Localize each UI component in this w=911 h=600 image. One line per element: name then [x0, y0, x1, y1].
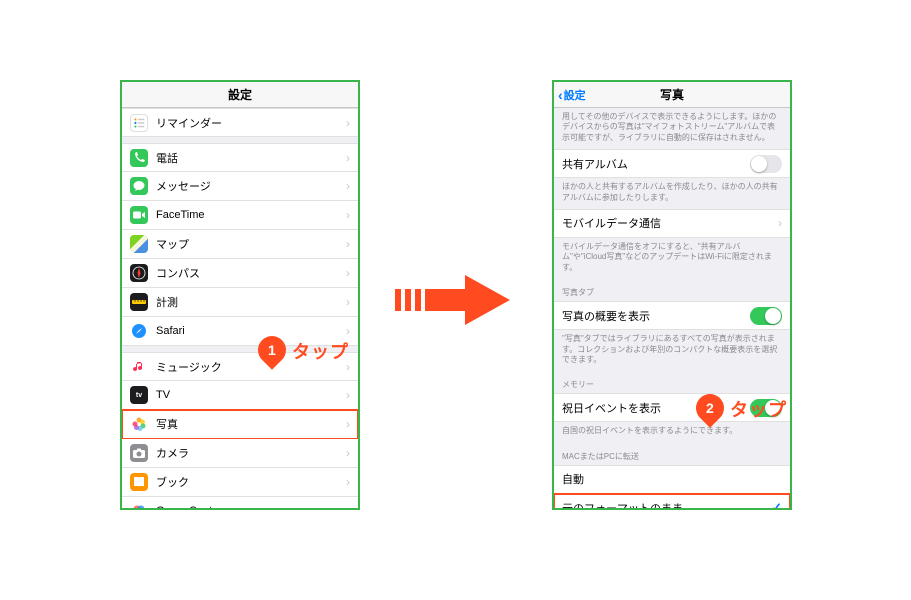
- settings-title: 設定: [122, 82, 358, 108]
- chevron-right-icon: ›: [346, 116, 350, 130]
- row-label: ブック: [156, 474, 346, 490]
- camera-icon: [130, 444, 148, 462]
- chevron-right-icon: ›: [346, 475, 350, 489]
- settings-group-1: リマインダー ›: [122, 108, 358, 137]
- measure-icon: [130, 293, 148, 311]
- row-label: モバイルデータ通信: [562, 215, 778, 231]
- chevron-right-icon: ›: [346, 295, 350, 309]
- header-note: 用してその他のデバイスで表示できるようにします。ほかのデバイスからの写真は"マイ…: [554, 108, 790, 149]
- row-messages[interactable]: メッセージ ›: [122, 172, 358, 201]
- callout-text: タップ: [730, 394, 787, 422]
- gamecenter-icon: [130, 502, 148, 510]
- toggle-shared-album[interactable]: [750, 155, 782, 173]
- chevron-right-icon: ›: [346, 388, 350, 402]
- tv-icon: tv: [130, 386, 148, 404]
- settings-group-3: ミュージック › tv TV ›: [122, 352, 358, 510]
- row-camera[interactable]: カメラ ›: [122, 439, 358, 468]
- music-icon: [130, 358, 148, 376]
- row-label: Game Center: [156, 505, 346, 510]
- row-compass[interactable]: コンパス ›: [122, 259, 358, 288]
- row-label: 自動: [562, 471, 782, 487]
- row-mobile-data[interactable]: モバイルデータ通信 ›: [554, 209, 790, 238]
- chevron-right-icon: ›: [778, 216, 782, 230]
- row-original-format[interactable]: 元のフォーマットのまま ✓: [554, 494, 790, 510]
- row-label: 写真: [156, 416, 346, 432]
- row-label: 元のフォーマットのまま: [562, 500, 771, 510]
- photos-icon: [130, 415, 148, 433]
- summary-note: "写真"タブではライブラリにあるすべての写真が表示されます。コレクションおよび年…: [554, 330, 790, 371]
- photos-settings-screen: ‹ 設定 写真 用してその他のデバイスで表示できるようにします。ほかのデバイスか…: [552, 80, 792, 510]
- row-label: FaceTime: [156, 209, 346, 221]
- row-label: リマインダー: [156, 115, 346, 131]
- row-maps[interactable]: マップ ›: [122, 230, 358, 259]
- photos-title-bar: ‹ 設定 写真: [554, 82, 790, 108]
- row-label: 共有アルバム: [562, 156, 750, 172]
- row-measure[interactable]: 計測 ›: [122, 288, 358, 317]
- back-label: 設定: [564, 87, 586, 103]
- chevron-right-icon: ›: [346, 237, 350, 251]
- holiday-note: 自国の祝日イベントを表示するようにできます。: [554, 422, 790, 442]
- chevron-right-icon: ›: [346, 151, 350, 165]
- row-auto[interactable]: 自動: [554, 465, 790, 494]
- callout-2: 2 タップ: [696, 394, 787, 422]
- row-shared-album[interactable]: 共有アルバム: [554, 149, 790, 178]
- row-books[interactable]: ブック ›: [122, 468, 358, 497]
- row-label: コンパス: [156, 265, 346, 281]
- arrow-icon: [395, 265, 515, 335]
- maps-icon: [130, 235, 148, 253]
- row-label: メッセージ: [156, 178, 346, 194]
- settings-group-2: 電話 › メッセージ › FaceTime › マップ: [122, 143, 358, 346]
- row-label: カメラ: [156, 445, 346, 461]
- row-photos[interactable]: 写真 ›: [122, 410, 358, 439]
- row-label: 電話: [156, 150, 346, 166]
- callout-badge: 1: [252, 330, 292, 370]
- back-button[interactable]: ‹ 設定: [558, 82, 586, 108]
- mobile-note: モバイルデータ通信をオフにすると、"共有アルバム"や"iCloud写真"などのア…: [554, 238, 790, 279]
- reminders-icon: [130, 114, 148, 132]
- chevron-left-icon: ‹: [558, 87, 563, 103]
- chevron-right-icon: ›: [346, 266, 350, 280]
- section-transfer: MACまたはPCに転送: [554, 443, 790, 465]
- row-tv[interactable]: tv TV ›: [122, 381, 358, 410]
- section-memory: メモリー: [554, 371, 790, 393]
- callout-badge: 2: [690, 388, 730, 428]
- row-gamecenter[interactable]: Game Center ›: [122, 497, 358, 510]
- callout-text: タップ: [292, 336, 349, 364]
- chevron-right-icon: ›: [346, 446, 350, 460]
- chevron-right-icon: ›: [346, 417, 350, 431]
- title-text: 設定: [228, 86, 252, 103]
- title-text: 写真: [660, 86, 684, 103]
- row-facetime[interactable]: FaceTime ›: [122, 201, 358, 230]
- compass-icon: [130, 264, 148, 282]
- row-label: 写真の概要を表示: [562, 308, 750, 324]
- callout-1: 1 タップ: [258, 336, 349, 364]
- safari-icon: [130, 322, 148, 340]
- checkmark-icon: ✓: [771, 500, 782, 510]
- toggle-summary[interactable]: [750, 307, 782, 325]
- books-icon: [130, 473, 148, 491]
- row-label: TV: [156, 389, 346, 401]
- settings-screen: 設定 リマインダー › 電話 › メ: [120, 80, 360, 510]
- messages-icon: [130, 177, 148, 195]
- shared-note: ほかの人と共有するアルバムを作成したり、ほかの人の共有アルバムに参加したりします…: [554, 178, 790, 209]
- chevron-right-icon: ›: [346, 208, 350, 222]
- row-label: マップ: [156, 236, 346, 252]
- chevron-right-icon: ›: [346, 179, 350, 193]
- phone-icon: [130, 149, 148, 167]
- row-label: 計測: [156, 294, 346, 310]
- row-phone[interactable]: 電話 ›: [122, 143, 358, 172]
- section-photo-tab: 写真タブ: [554, 279, 790, 301]
- row-reminders[interactable]: リマインダー ›: [122, 108, 358, 137]
- chevron-right-icon: ›: [346, 504, 350, 510]
- facetime-icon: [130, 206, 148, 224]
- row-summary[interactable]: 写真の概要を表示: [554, 301, 790, 330]
